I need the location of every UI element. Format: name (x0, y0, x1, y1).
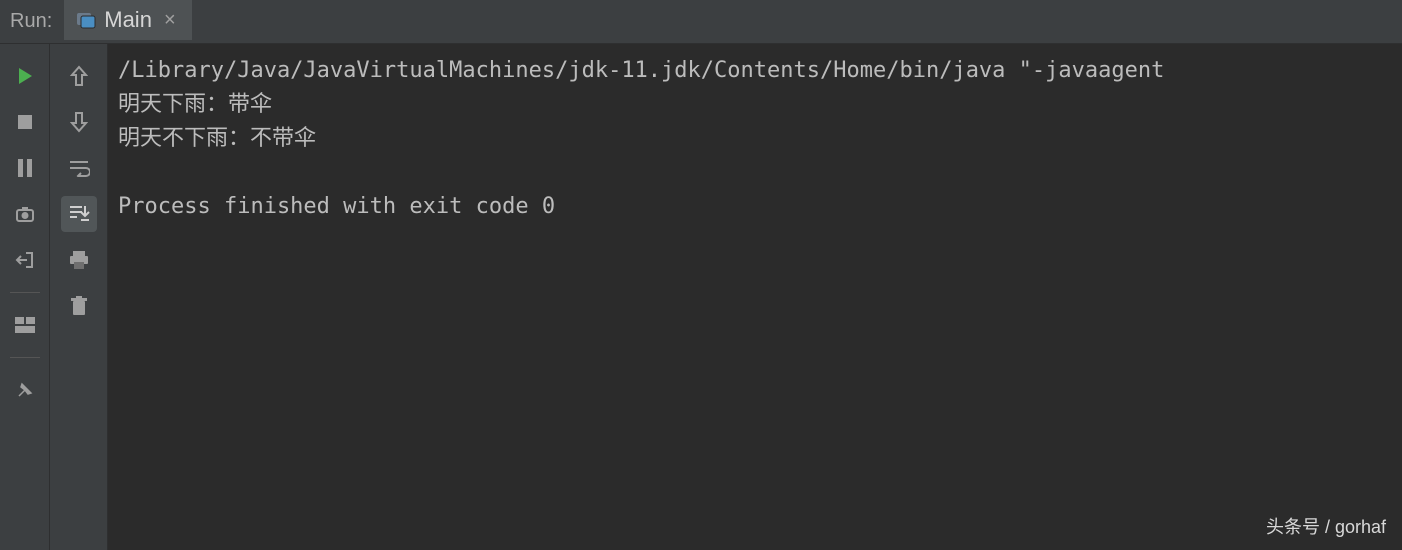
run-tab-label: Main (104, 7, 152, 33)
console-line: /Library/Java/JavaVirtualMachines/jdk-11… (118, 58, 1164, 83)
run-toolbar-primary (0, 44, 50, 550)
toolbar-divider (10, 292, 40, 293)
rerun-button[interactable] (7, 58, 43, 94)
run-label: Run: (10, 10, 52, 33)
clear-all-button[interactable] (61, 288, 97, 324)
close-tab-icon[interactable]: × (160, 9, 180, 32)
stop-button[interactable] (7, 104, 43, 140)
run-toolbar-secondary (50, 44, 108, 550)
soft-wrap-button[interactable] (61, 150, 97, 186)
console-output[interactable]: /Library/Java/JavaVirtualMachines/jdk-11… (108, 44, 1402, 550)
dump-threads-button[interactable] (7, 196, 43, 232)
run-tab-main[interactable]: Main × (64, 0, 191, 43)
print-button[interactable] (61, 242, 97, 278)
down-button[interactable] (61, 104, 97, 140)
console-line: Process finished with exit code 0 (118, 194, 555, 219)
exit-button[interactable] (7, 242, 43, 278)
toolbar-divider (10, 357, 40, 358)
console-line: 明天不下雨：不带伞 (118, 126, 316, 151)
scroll-to-end-button[interactable] (61, 196, 97, 232)
run-header: Run: Main × (0, 0, 1402, 44)
up-button[interactable] (61, 58, 97, 94)
pin-button[interactable] (7, 372, 43, 408)
watermark: 头条号 / gorhaf (1266, 514, 1386, 542)
pause-button[interactable] (7, 150, 43, 186)
console-line: 明天下雨：带伞 (118, 92, 272, 117)
application-icon (76, 10, 96, 30)
layout-button[interactable] (7, 307, 43, 343)
